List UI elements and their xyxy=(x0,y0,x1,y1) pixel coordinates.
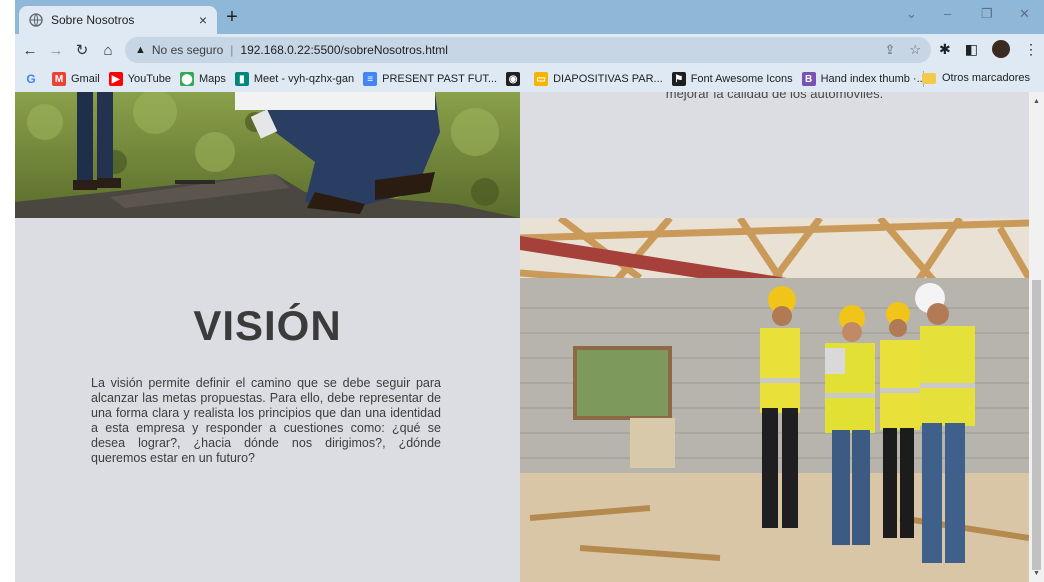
scroll-up-arrow-icon[interactable]: ▲ xyxy=(1029,98,1044,105)
reload-icon[interactable]: ↻ xyxy=(71,39,93,61)
new-tab-button[interactable]: + xyxy=(221,7,243,29)
address-separator: | xyxy=(230,43,234,57)
other-bookmarks-label: Otros marcadores xyxy=(941,72,1030,84)
url-text[interactable]: 192.168.0.22:5500/sobreNosotros.html xyxy=(240,43,447,57)
tab-favicon-icon xyxy=(29,13,43,27)
bookmark-item[interactable]: ⬤ Maps xyxy=(179,72,226,86)
workers-inspection-photo xyxy=(15,92,520,218)
bookmark-item[interactable]: ≡ PRESENT PAST FUT... xyxy=(363,72,497,86)
share-icon[interactable]: ⇪ xyxy=(884,42,895,58)
browser-tab[interactable]: Sobre Nosotros × xyxy=(19,6,217,34)
bookmark-label: Gmail xyxy=(71,73,100,85)
menu-dots-icon[interactable]: ⋮ xyxy=(1024,41,1038,58)
close-window-button[interactable]: ✕ xyxy=(1019,6,1030,22)
back-arrow-icon[interactable]: ← xyxy=(19,39,41,61)
title-bar: Sobre Nosotros × + ⌄ – ❐ ✕ xyxy=(15,0,1044,34)
construction-team-photo xyxy=(520,218,1029,582)
tab-title: Sobre Nosotros xyxy=(51,13,135,27)
bookmark-item[interactable]: B Hand index thumb ·... xyxy=(801,72,926,86)
side-panel-icon[interactable]: ◧ xyxy=(965,41,978,58)
vision-section: VISIÓN La visión permite definir el cami… xyxy=(15,218,520,582)
bookmark-label: Meet - vyh-qzhx-gan xyxy=(253,73,355,85)
bookmark-item[interactable]: ▶ YouTube xyxy=(108,72,171,86)
browser-toolbar: ← → ↻ ⌂ ▲ No es seguro | 192.168.0.22:55… xyxy=(15,34,1044,66)
bookmark-google[interactable]: G xyxy=(24,72,43,86)
other-bookmarks-folder[interactable]: Otros marcadores xyxy=(921,72,1030,84)
desktop-edge xyxy=(0,0,15,582)
vertical-scrollbar[interactable]: ▲ ▼ xyxy=(1029,92,1044,582)
gmail-icon: M xyxy=(52,72,66,86)
vision-title: VISIÓN xyxy=(193,302,342,349)
bookmark-star-icon[interactable]: ☆ xyxy=(909,42,921,58)
scroll-down-arrow-icon[interactable]: ▼ xyxy=(1029,570,1044,577)
address-bar[interactable]: ▲ No es seguro | 192.168.0.22:5500/sobre… xyxy=(125,37,931,63)
profile-avatar[interactable] xyxy=(992,40,1010,58)
minimize-button[interactable]: – xyxy=(944,6,951,21)
meet-icon: ▮ xyxy=(234,72,249,86)
bookmark-item[interactable]: M Gmail xyxy=(52,72,100,86)
bootstrap-icon: B xyxy=(801,72,816,86)
bookmark-label: Font Awesome Icons xyxy=(690,73,793,85)
browser-window: Sobre Nosotros × + ⌄ – ❐ ✕ ← → ↻ ⌂ ▲ No … xyxy=(15,0,1044,582)
forward-arrow-icon[interactable]: → xyxy=(45,39,67,61)
extensions-icon[interactable]: ✱ xyxy=(939,41,951,58)
youtube-icon: ▶ xyxy=(108,72,123,86)
vision-paragraph: La visión permite definir el camino que … xyxy=(91,376,441,465)
google-icon: G xyxy=(26,72,36,86)
maps-icon: ⬤ xyxy=(179,72,194,86)
bookmark-label: PRESENT PAST FUT... xyxy=(382,73,498,85)
folder-icon xyxy=(921,72,936,84)
mission-text-tail: mejorar la calidad de los automóviles. xyxy=(665,92,884,101)
fontawesome-icon: ⚑ xyxy=(671,72,686,86)
restore-button[interactable]: ❐ xyxy=(981,6,993,22)
bookmark-label: Maps xyxy=(198,73,226,85)
home-icon[interactable]: ⌂ xyxy=(97,39,119,61)
bookmark-item[interactable]: ▮ Meet - vyh-qzhx-gan xyxy=(234,72,355,86)
slides-icon: ▭ xyxy=(534,72,549,86)
page-viewport: mejorar la calidad de los automóviles. V… xyxy=(15,92,1029,582)
mission-section-tail: mejorar la calidad de los automóviles. xyxy=(520,92,1029,218)
bookmark-item[interactable]: ◉ xyxy=(506,72,525,86)
docs-icon: ≡ xyxy=(363,72,378,86)
scrollbar-thumb[interactable] xyxy=(1032,280,1041,570)
bookmarks-bar: G M Gmail ▶ YouTube ⬤ Maps ▮ Meet - vyh-qzhx-ga… xyxy=(15,66,1044,92)
bookmark-label: DIAPOSITIVAS PAR... xyxy=(553,73,663,85)
bookmark-label: Hand index thumb ·... xyxy=(820,73,926,85)
bookmark-label: YouTube xyxy=(127,73,171,85)
bookmark-item[interactable]: ▭ DIAPOSITIVAS PAR... xyxy=(534,72,663,86)
bookmark-item[interactable]: ⚑ Font Awesome Icons xyxy=(671,72,793,86)
warning-icon[interactable]: ▲ xyxy=(135,44,146,56)
tab-search-icon[interactable]: ⌄ xyxy=(906,6,917,22)
tab-close-icon[interactable]: × xyxy=(199,12,207,28)
globe-icon: ◉ xyxy=(506,72,521,86)
security-label[interactable]: No es seguro xyxy=(152,43,223,57)
